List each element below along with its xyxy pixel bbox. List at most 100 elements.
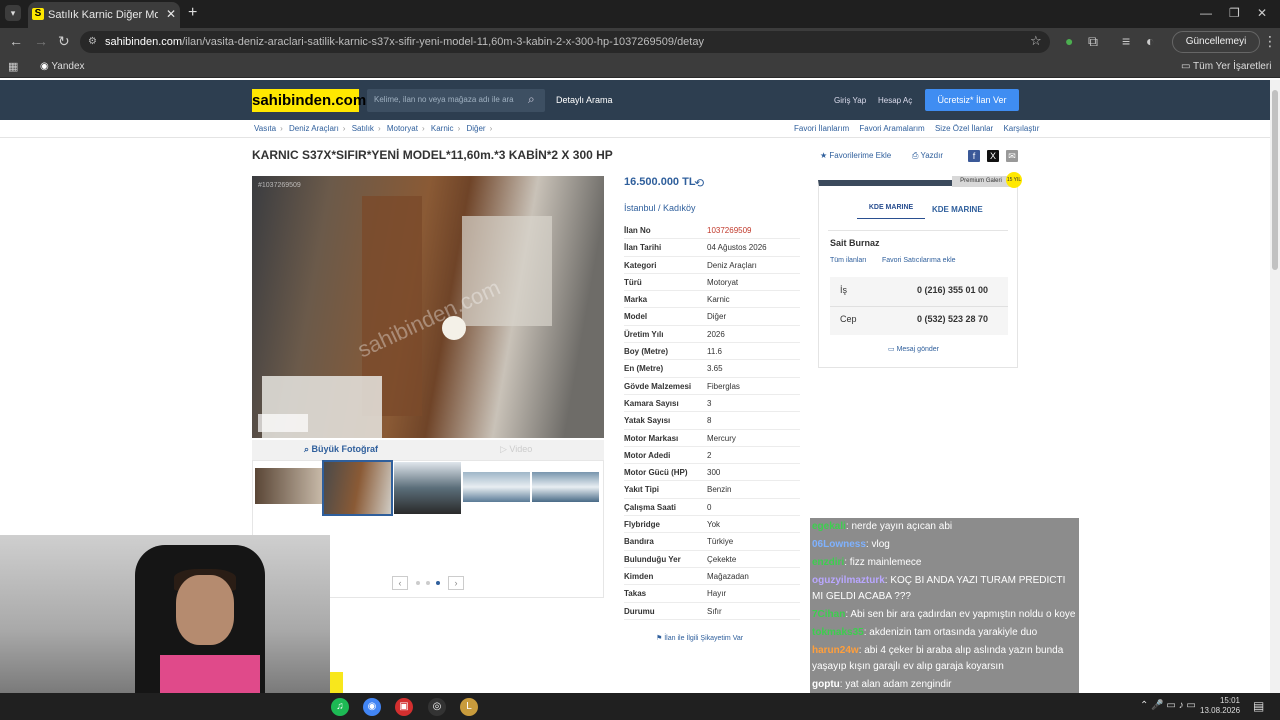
- thumbnail[interactable]: [532, 472, 599, 502]
- send-message-link[interactable]: ▭ Mesaj gönder: [888, 345, 939, 353]
- detail-value: Mercury: [707, 433, 736, 443]
- thumbnail[interactable]: [463, 472, 530, 502]
- chat-message: egekali: nerde yayın açıcan abi: [810, 518, 1079, 536]
- favorite-seller-link[interactable]: Favori Satıcılarıma ekle: [882, 257, 956, 264]
- chat-username: egekali: [812, 521, 846, 532]
- print-link[interactable]: ⎙ Yazdır: [912, 151, 943, 161]
- recording-app-icon[interactable]: ▣: [395, 698, 413, 716]
- email-icon[interactable]: ✉: [1006, 150, 1018, 162]
- zoom-icon: ⌕: [304, 444, 312, 454]
- seller-logo[interactable]: KDE MARINE: [857, 197, 925, 219]
- back-icon[interactable]: ←: [9, 33, 23, 49]
- price-history-icon[interactable]: ⟲: [694, 176, 704, 190]
- all-bookmarks[interactable]: ▭ Tüm Yer İşaretleri: [1181, 61, 1272, 72]
- add-favorite-link[interactable]: ★ Favorilerime Ekle: [820, 151, 891, 160]
- seller-person: Sait Burnaz: [830, 238, 880, 248]
- search-icon[interactable]: ⌕: [528, 92, 535, 107]
- all-ads-link[interactable]: Tüm ilanları: [830, 257, 867, 264]
- url-text[interactable]: sahibinden.com/ilan/vasita-deniz-araclar…: [105, 36, 704, 48]
- breadcrumb-item[interactable]: Diğer: [466, 124, 485, 133]
- pager-dot-active[interactable]: [436, 581, 440, 585]
- photo-id: #1037269509: [258, 182, 301, 189]
- close-window-icon[interactable]: ✕: [1257, 6, 1267, 20]
- taskbar-clock[interactable]: 15:01 13.08.2026: [1200, 696, 1240, 716]
- special-listings-link[interactable]: Size Özel İlanlar: [935, 124, 993, 133]
- detail-row: En (Metre) 3.65: [624, 360, 800, 378]
- chat-username: 7Cihan: [812, 609, 846, 620]
- system-tray-icons[interactable]: ⌃ 🎤 ▭ ♪ ▭: [1140, 700, 1196, 711]
- detail-value: Fiberglas: [707, 381, 740, 391]
- update-button[interactable]: Güncellemeyi tamamla: [1172, 31, 1260, 67]
- main-photo[interactable]: sahibinden.com #1037269509: [252, 176, 604, 438]
- site-logo[interactable]: sahibinden.com: [252, 89, 366, 112]
- reload-icon[interactable]: ↻: [58, 33, 70, 50]
- maximize-icon[interactable]: ❐: [1229, 6, 1240, 20]
- obs-icon[interactable]: ◎: [428, 698, 446, 716]
- prev-icon[interactable]: ‹: [392, 576, 408, 590]
- favorite-listings-link[interactable]: Favori İlanlarım: [794, 124, 849, 133]
- detail-key: Yakıt Tipi: [624, 485, 659, 495]
- post-ad-button[interactable]: Ücretsiz* İlan Ver: [925, 89, 1019, 111]
- detail-key: Marka: [624, 295, 648, 305]
- detail-key: Motor Markası: [624, 433, 679, 443]
- extensions-icon[interactable]: ⧉: [1088, 33, 1098, 50]
- overlay-marker: [330, 672, 343, 693]
- register-link[interactable]: Hesap Aç: [878, 96, 912, 105]
- browser-tab[interactable]: S Satılık Karnic Diğer Motoryat - ✕: [28, 2, 180, 28]
- thumbnail-selected[interactable]: [322, 460, 393, 516]
- site-info-icon[interactable]: ⚙: [88, 36, 97, 47]
- phone-number[interactable]: 0 (532) 523 28 70: [917, 314, 988, 324]
- detail-key: Üretim Yılı: [624, 329, 664, 339]
- chat-message: 06Lowness: vlog: [810, 536, 1079, 554]
- media-control-icon[interactable]: ≡: [1122, 33, 1130, 49]
- breadcrumb-item[interactable]: Vasıta: [254, 124, 276, 133]
- profile-avatar-icon[interactable]: ◐: [1146, 33, 1154, 49]
- next-icon[interactable]: ›: [448, 576, 464, 590]
- phone-number[interactable]: 0 (216) 355 01 00: [917, 285, 988, 295]
- big-photo-link[interactable]: ⌕ Büyük Fotoğraf: [304, 444, 378, 455]
- new-tab-icon[interactable]: +: [188, 4, 197, 22]
- x-twitter-icon[interactable]: X: [987, 150, 999, 162]
- facebook-icon[interactable]: f: [968, 150, 980, 162]
- apps-grid-icon[interactable]: ▦: [8, 60, 18, 73]
- forward-icon[interactable]: →: [34, 33, 48, 49]
- scrollbar-thumb[interactable]: [1272, 90, 1278, 270]
- all-bookmarks-label: Tüm Yer İşaretleri: [1193, 61, 1272, 72]
- breadcrumb-item[interactable]: Deniz Araçları: [289, 124, 339, 133]
- video-link[interactable]: ▷ Video: [500, 444, 532, 455]
- notification-icon[interactable]: ▤: [1253, 699, 1264, 713]
- thumbnail[interactable]: [394, 462, 461, 514]
- phone-label: Cep: [840, 314, 857, 324]
- pager-dot[interactable]: [416, 581, 420, 585]
- detail-key: Kamara Sayısı: [624, 398, 679, 408]
- seller-store-name[interactable]: KDE MARINE: [932, 205, 983, 214]
- bookmark-star-icon[interactable]: ☆: [1030, 33, 1042, 49]
- chat-message: goptu: yat alan adam zengindir: [810, 676, 1079, 694]
- compare-link[interactable]: Karşılaştır: [1003, 124, 1039, 133]
- chat-message: 7Cihan: Abi sen bir ara çadırdan ev yapm…: [810, 606, 1079, 624]
- breadcrumb-item[interactable]: Karnic: [431, 124, 454, 133]
- breadcrumb-item[interactable]: Motoryat: [387, 124, 418, 133]
- detail-value: Mağazadan: [707, 571, 749, 581]
- detail-row: Türü Motoryat: [624, 274, 800, 292]
- detailed-search-link[interactable]: Detaylı Arama: [556, 95, 613, 105]
- tab-search-icon[interactable]: ▾: [5, 5, 21, 21]
- complaint-link[interactable]: ⚑ İlan ile İlgili Şikayetim Var: [656, 634, 743, 642]
- bookmark-yandex[interactable]: ◉ Yandex: [40, 61, 85, 72]
- url-domain: sahibinden.com: [105, 36, 183, 48]
- favorite-searches-link[interactable]: Favori Aramalarım: [859, 124, 924, 133]
- extension-shield-icon[interactable]: ●: [1065, 33, 1073, 49]
- pager-dot[interactable]: [426, 581, 430, 585]
- tab-close-icon[interactable]: ✕: [166, 7, 176, 21]
- breadcrumb-item[interactable]: Satılık: [352, 124, 374, 133]
- league-icon[interactable]: L: [460, 698, 478, 716]
- spotify-icon[interactable]: ♫: [331, 698, 349, 716]
- browser-menu-icon[interactable]: ⋮: [1263, 33, 1277, 50]
- minimize-icon[interactable]: —: [1200, 6, 1212, 20]
- login-link[interactable]: Giriş Yap: [834, 96, 866, 105]
- chrome-icon[interactable]: ◉: [363, 698, 381, 716]
- thumbnail[interactable]: [255, 468, 322, 504]
- listing-location[interactable]: İstanbul / Kadıköy: [624, 203, 696, 213]
- details-table: İlan No 1037269509 İlan Tarihi 04 Ağustos 2…: [624, 222, 800, 620]
- detail-value: Motoryat: [707, 277, 739, 287]
